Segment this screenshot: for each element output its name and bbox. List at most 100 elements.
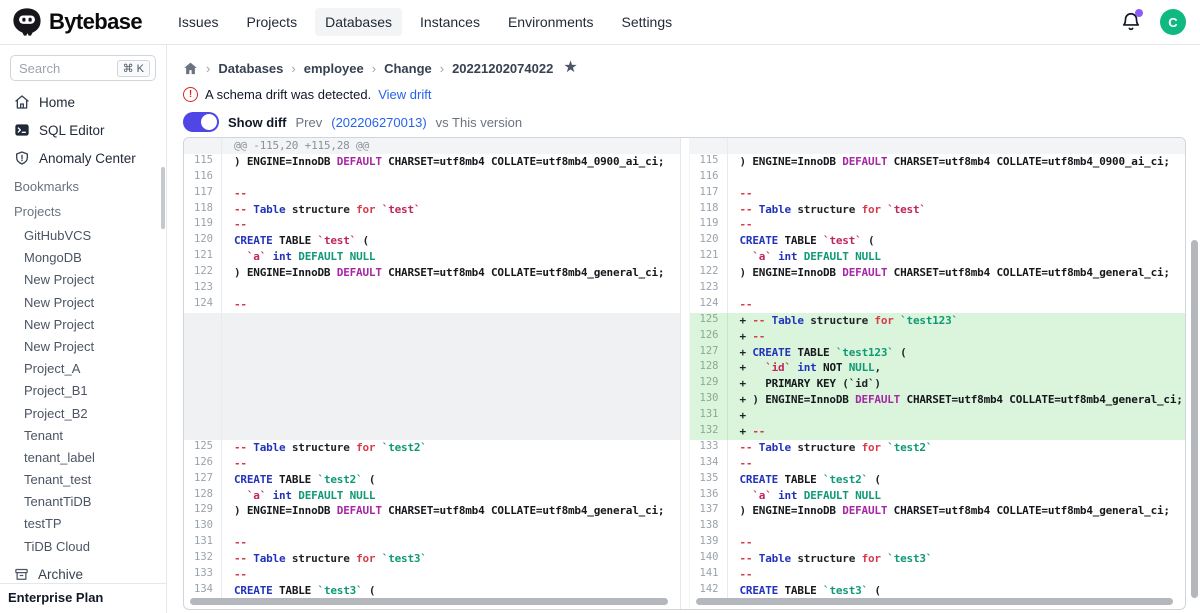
nav-item-instances[interactable]: Instances	[410, 8, 490, 36]
project-item[interactable]: GitHubVCS	[0, 225, 166, 247]
breadcrumb-home-icon[interactable]	[183, 61, 198, 76]
diff-line: 142CREATE TABLE `test3` (	[690, 583, 1186, 599]
code-text: -- Table structure for `test2`	[222, 440, 680, 456]
notifications-bell-icon[interactable]	[1120, 11, 1142, 33]
code-text: -- Table structure for `test3`	[728, 551, 1186, 567]
line-number: 115	[184, 154, 222, 170]
nav-item-databases[interactable]: Databases	[315, 8, 402, 36]
code-text: --	[222, 567, 680, 583]
sidebar-item-anomaly-center[interactable]: Anomaly Center	[0, 144, 166, 172]
code-text: -- Table structure for `test`	[222, 202, 680, 218]
project-item[interactable]: TiDB Cloud	[0, 536, 166, 558]
line-number: 125	[690, 313, 728, 329]
line-number: 121	[690, 249, 728, 265]
nav-item-projects[interactable]: Projects	[237, 8, 308, 36]
left-pane-horizontal-scrollbar[interactable]	[190, 598, 668, 605]
bookmark-star-icon[interactable]: ★	[563, 60, 577, 76]
line-number: 131	[690, 408, 728, 424]
breadcrumb-item[interactable]: Change	[384, 61, 432, 76]
project-item[interactable]: testTP	[0, 513, 166, 535]
line-number: 136	[690, 488, 728, 504]
project-item[interactable]: Project_A	[0, 358, 166, 380]
show-diff-toggle[interactable]	[183, 112, 219, 132]
line-number: 132	[184, 551, 222, 567]
project-item[interactable]: New Project	[0, 269, 166, 291]
diff-line: 133-- Table structure for `test2`	[690, 440, 1186, 456]
line-number: 124	[690, 297, 728, 313]
project-item[interactable]: MongoDB	[0, 247, 166, 269]
line-number: 118	[184, 202, 222, 218]
code-text	[222, 424, 680, 440]
breadcrumb-item[interactable]: 20221202074022	[452, 61, 553, 76]
diff-line: 141--	[690, 567, 1186, 583]
diff-line-added: 127+ CREATE TABLE `test123` (	[690, 345, 1186, 361]
user-avatar[interactable]: C	[1160, 9, 1186, 35]
diff-line-filler	[184, 345, 680, 361]
diff-line: 115) ENGINE=InnoDB DEFAULT CHARSET=utf8m…	[690, 154, 1186, 170]
diff-line: 120CREATE TABLE `test` (	[184, 233, 680, 249]
breadcrumb-item[interactable]: Databases	[218, 61, 283, 76]
code-text	[222, 329, 680, 345]
sidebar: Search ⌘ K Home SQL Editor Anomaly Cent	[0, 45, 167, 613]
line-number: 127	[184, 472, 222, 488]
line-number	[184, 313, 222, 329]
nav-item-issues[interactable]: Issues	[168, 8, 228, 36]
diff-pane-previous: @@ -115,20 +115,28 @@115) ENGINE=InnoDB …	[184, 138, 681, 609]
code-text: CREATE TABLE `test2` (	[728, 472, 1186, 488]
breadcrumb-separator: ›	[206, 61, 210, 76]
diff-line: 117--	[690, 186, 1186, 202]
diff-line: 118-- Table structure for `test`	[184, 202, 680, 218]
nav-item-environments[interactable]: Environments	[498, 8, 604, 36]
code-text: `a` int DEFAULT NULL	[728, 249, 1186, 265]
diff-line-filler	[184, 329, 680, 345]
code-text	[222, 345, 680, 361]
project-item[interactable]: New Project	[0, 292, 166, 314]
sidebar-scrollbar[interactable]	[161, 167, 165, 229]
diff-line-filler	[184, 408, 680, 424]
project-item[interactable]: tenant_label	[0, 447, 166, 469]
main-content: ›Databases›employee›Change›2022120207402…	[167, 45, 1200, 613]
line-number: 123	[184, 281, 222, 297]
diff-line-added: 128+ `id` int NOT NULL,	[690, 360, 1186, 376]
plan-badge: Enterprise Plan	[0, 583, 166, 613]
project-item[interactable]: New Project	[0, 314, 166, 336]
line-number: 140	[690, 551, 728, 567]
code-text: --	[728, 567, 1186, 583]
section-label-projects[interactable]: Projects	[0, 202, 166, 222]
diff-line-added: 132+ --	[690, 424, 1186, 440]
code-text: --	[222, 186, 680, 202]
projects-list: GitHubVCSMongoDBNew ProjectNew ProjectNe…	[0, 225, 166, 558]
code-text: `a` int DEFAULT NULL	[222, 488, 680, 504]
page-vertical-scrollbar[interactable]	[1191, 240, 1198, 598]
project-item[interactable]: Project_B2	[0, 403, 166, 425]
right-pane-horizontal-scrollbar[interactable]	[696, 598, 1174, 605]
line-number: 121	[184, 249, 222, 265]
brand-wordmark: Bytebase	[49, 9, 142, 35]
diff-line: 127CREATE TABLE `test2` (	[184, 472, 680, 488]
line-number: 128	[184, 488, 222, 504]
project-item[interactable]: TenantTiDB	[0, 491, 166, 513]
section-label-bookmarks[interactable]: Bookmarks	[0, 177, 166, 197]
sidebar-item-home[interactable]: Home	[0, 88, 166, 116]
sidebar-item-sql-editor[interactable]: SQL Editor	[0, 116, 166, 144]
breadcrumb-item[interactable]: employee	[304, 61, 364, 76]
nav-item-settings[interactable]: Settings	[612, 8, 683, 36]
project-item[interactable]: Tenant_test	[0, 469, 166, 491]
diff-line: 124--	[184, 297, 680, 313]
code-text: + PRIMARY KEY (`id`)	[728, 376, 1186, 392]
line-number: 120	[690, 233, 728, 249]
breadcrumb-separator: ›	[372, 61, 376, 76]
prev-version-link[interactable]: (202206270013)	[331, 115, 426, 130]
diff-line: 136 `a` int DEFAULT NULL	[690, 488, 1186, 504]
breadcrumb: ›Databases›employee›Change›2022120207402…	[183, 58, 1200, 78]
bytebase-logo[interactable]: Bytebase	[12, 7, 142, 37]
project-item[interactable]: New Project	[0, 336, 166, 358]
diff-line: 120CREATE TABLE `test` (	[690, 233, 1186, 249]
search-input[interactable]: Search ⌘ K	[10, 55, 156, 81]
diff-line: 124--	[690, 297, 1186, 313]
line-number	[184, 329, 222, 345]
view-drift-link[interactable]: View drift	[378, 87, 431, 102]
project-item[interactable]: Tenant	[0, 425, 166, 447]
code-text: + CREATE TABLE `test123` (	[728, 345, 1186, 361]
project-item[interactable]: Project_B1	[0, 380, 166, 402]
